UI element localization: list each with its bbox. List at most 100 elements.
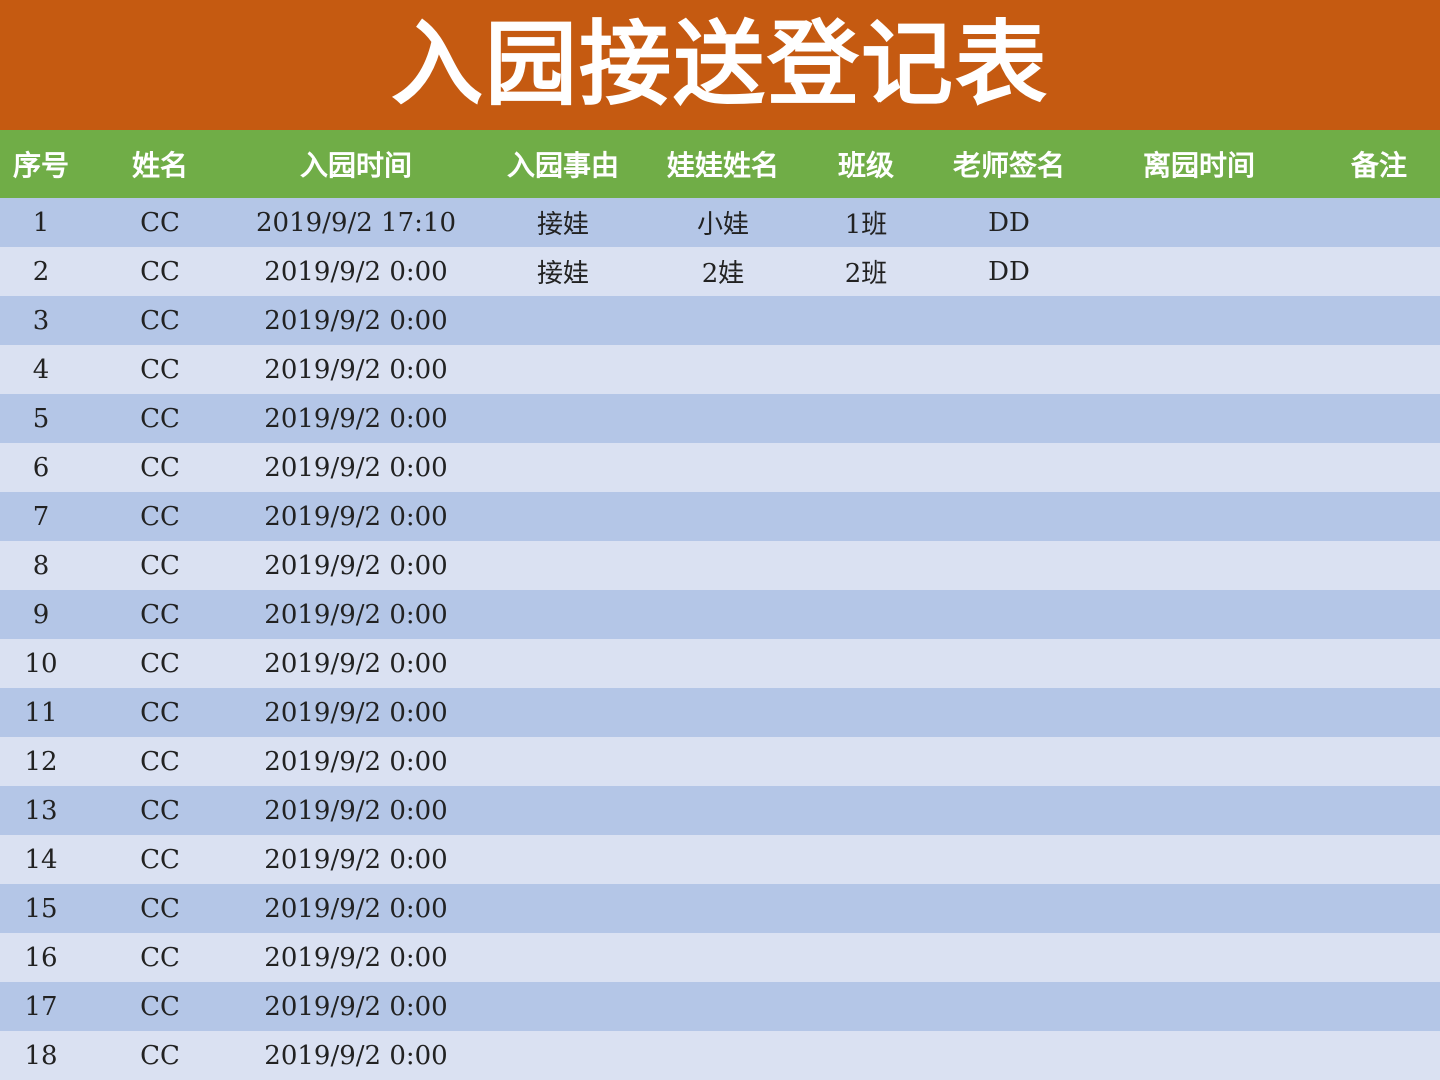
cell-teacher-signature[interactable] (938, 835, 1080, 884)
cell-remarks[interactable] (1318, 296, 1440, 345)
cell-child-name[interactable] (652, 933, 794, 982)
cell-name[interactable]: CC (82, 296, 238, 345)
cell-remarks[interactable] (1318, 639, 1440, 688)
cell-child-name[interactable] (652, 1031, 794, 1080)
cell-teacher-signature[interactable] (938, 443, 1080, 492)
cell-entry-reason[interactable] (474, 394, 652, 443)
cell-teacher-signature[interactable] (938, 590, 1080, 639)
cell-entry-reason[interactable] (474, 835, 652, 884)
header-cell-class[interactable]: 班级 (794, 130, 938, 198)
cell-entry-time[interactable]: 2019/9/2 0:00 (238, 835, 474, 884)
cell-name[interactable]: CC (82, 786, 238, 835)
cell-entry-reason[interactable]: 接娃 (474, 247, 652, 296)
cell-index[interactable]: 15 (0, 884, 82, 933)
cell-entry-reason[interactable] (474, 296, 652, 345)
header-cell-entry-reason[interactable]: 入园事由 (474, 130, 652, 198)
cell-entry-time[interactable]: 2019/9/2 0:00 (238, 982, 474, 1031)
cell-index[interactable]: 8 (0, 541, 82, 590)
cell-entry-time[interactable]: 2019/9/2 0:00 (238, 296, 474, 345)
cell-class[interactable] (794, 835, 938, 884)
cell-name[interactable]: CC (82, 492, 238, 541)
cell-teacher-signature[interactable] (938, 492, 1080, 541)
cell-child-name[interactable] (652, 296, 794, 345)
header-cell-teacher-signature[interactable]: 老师签名 (938, 130, 1080, 198)
cell-class[interactable] (794, 541, 938, 590)
cell-leave-time[interactable] (1080, 884, 1318, 933)
cell-class[interactable] (794, 492, 938, 541)
cell-class[interactable] (794, 394, 938, 443)
cell-name[interactable]: CC (82, 247, 238, 296)
cell-teacher-signature[interactable] (938, 296, 1080, 345)
cell-entry-reason[interactable] (474, 786, 652, 835)
cell-entry-reason[interactable] (474, 688, 652, 737)
cell-entry-time[interactable]: 2019/9/2 0:00 (238, 247, 474, 296)
cell-entry-reason[interactable]: 接娃 (474, 198, 652, 247)
cell-name[interactable]: CC (82, 198, 238, 247)
cell-remarks[interactable] (1318, 1031, 1440, 1080)
cell-child-name[interactable] (652, 884, 794, 933)
cell-name[interactable]: CC (82, 541, 238, 590)
cell-teacher-signature[interactable] (938, 688, 1080, 737)
cell-child-name[interactable] (652, 786, 794, 835)
cell-class[interactable] (794, 443, 938, 492)
cell-teacher-signature[interactable] (938, 933, 1080, 982)
cell-entry-time[interactable]: 2019/9/2 0:00 (238, 541, 474, 590)
cell-child-name[interactable] (652, 541, 794, 590)
cell-teacher-signature[interactable] (938, 884, 1080, 933)
cell-child-name[interactable]: 2娃 (652, 247, 794, 296)
cell-entry-reason[interactable] (474, 443, 652, 492)
cell-index[interactable]: 4 (0, 345, 82, 394)
cell-index[interactable]: 9 (0, 590, 82, 639)
cell-name[interactable]: CC (82, 982, 238, 1031)
cell-entry-reason[interactable] (474, 982, 652, 1031)
cell-remarks[interactable] (1318, 590, 1440, 639)
cell-entry-reason[interactable] (474, 1031, 652, 1080)
cell-leave-time[interactable] (1080, 933, 1318, 982)
cell-remarks[interactable] (1318, 688, 1440, 737)
cell-class[interactable] (794, 639, 938, 688)
cell-class[interactable] (794, 1031, 938, 1080)
cell-child-name[interactable] (652, 835, 794, 884)
cell-entry-time[interactable]: 2019/9/2 17:10 (238, 198, 474, 247)
cell-entry-reason[interactable] (474, 492, 652, 541)
cell-leave-time[interactable] (1080, 590, 1318, 639)
cell-name[interactable]: CC (82, 737, 238, 786)
cell-index[interactable]: 7 (0, 492, 82, 541)
cell-index[interactable]: 3 (0, 296, 82, 345)
cell-teacher-signature[interactable] (938, 639, 1080, 688)
cell-class[interactable] (794, 933, 938, 982)
cell-index[interactable]: 5 (0, 394, 82, 443)
header-cell-remarks[interactable]: 备注 (1318, 130, 1440, 198)
cell-teacher-signature[interactable] (938, 982, 1080, 1031)
cell-name[interactable]: CC (82, 933, 238, 982)
cell-index[interactable]: 11 (0, 688, 82, 737)
header-cell-entry-time[interactable]: 入园时间 (238, 130, 474, 198)
cell-class[interactable] (794, 884, 938, 933)
cell-child-name[interactable] (652, 982, 794, 1031)
cell-leave-time[interactable] (1080, 688, 1318, 737)
cell-entry-reason[interactable] (474, 590, 652, 639)
cell-class[interactable]: 2班 (794, 247, 938, 296)
cell-leave-time[interactable] (1080, 492, 1318, 541)
cell-remarks[interactable] (1318, 247, 1440, 296)
cell-entry-time[interactable]: 2019/9/2 0:00 (238, 737, 474, 786)
cell-teacher-signature[interactable] (938, 786, 1080, 835)
cell-entry-reason[interactable] (474, 639, 652, 688)
cell-leave-time[interactable] (1080, 786, 1318, 835)
cell-teacher-signature[interactable] (938, 394, 1080, 443)
cell-child-name[interactable]: 小娃 (652, 198, 794, 247)
cell-entry-reason[interactable] (474, 933, 652, 982)
cell-entry-time[interactable]: 2019/9/2 0:00 (238, 884, 474, 933)
cell-index[interactable]: 16 (0, 933, 82, 982)
cell-class[interactable] (794, 590, 938, 639)
cell-name[interactable]: CC (82, 639, 238, 688)
cell-remarks[interactable] (1318, 737, 1440, 786)
cell-leave-time[interactable] (1080, 982, 1318, 1031)
cell-teacher-signature[interactable] (938, 1031, 1080, 1080)
cell-teacher-signature[interactable] (938, 737, 1080, 786)
cell-remarks[interactable] (1318, 933, 1440, 982)
cell-entry-reason[interactable] (474, 345, 652, 394)
cell-leave-time[interactable] (1080, 737, 1318, 786)
cell-leave-time[interactable] (1080, 247, 1318, 296)
cell-remarks[interactable] (1318, 835, 1440, 884)
